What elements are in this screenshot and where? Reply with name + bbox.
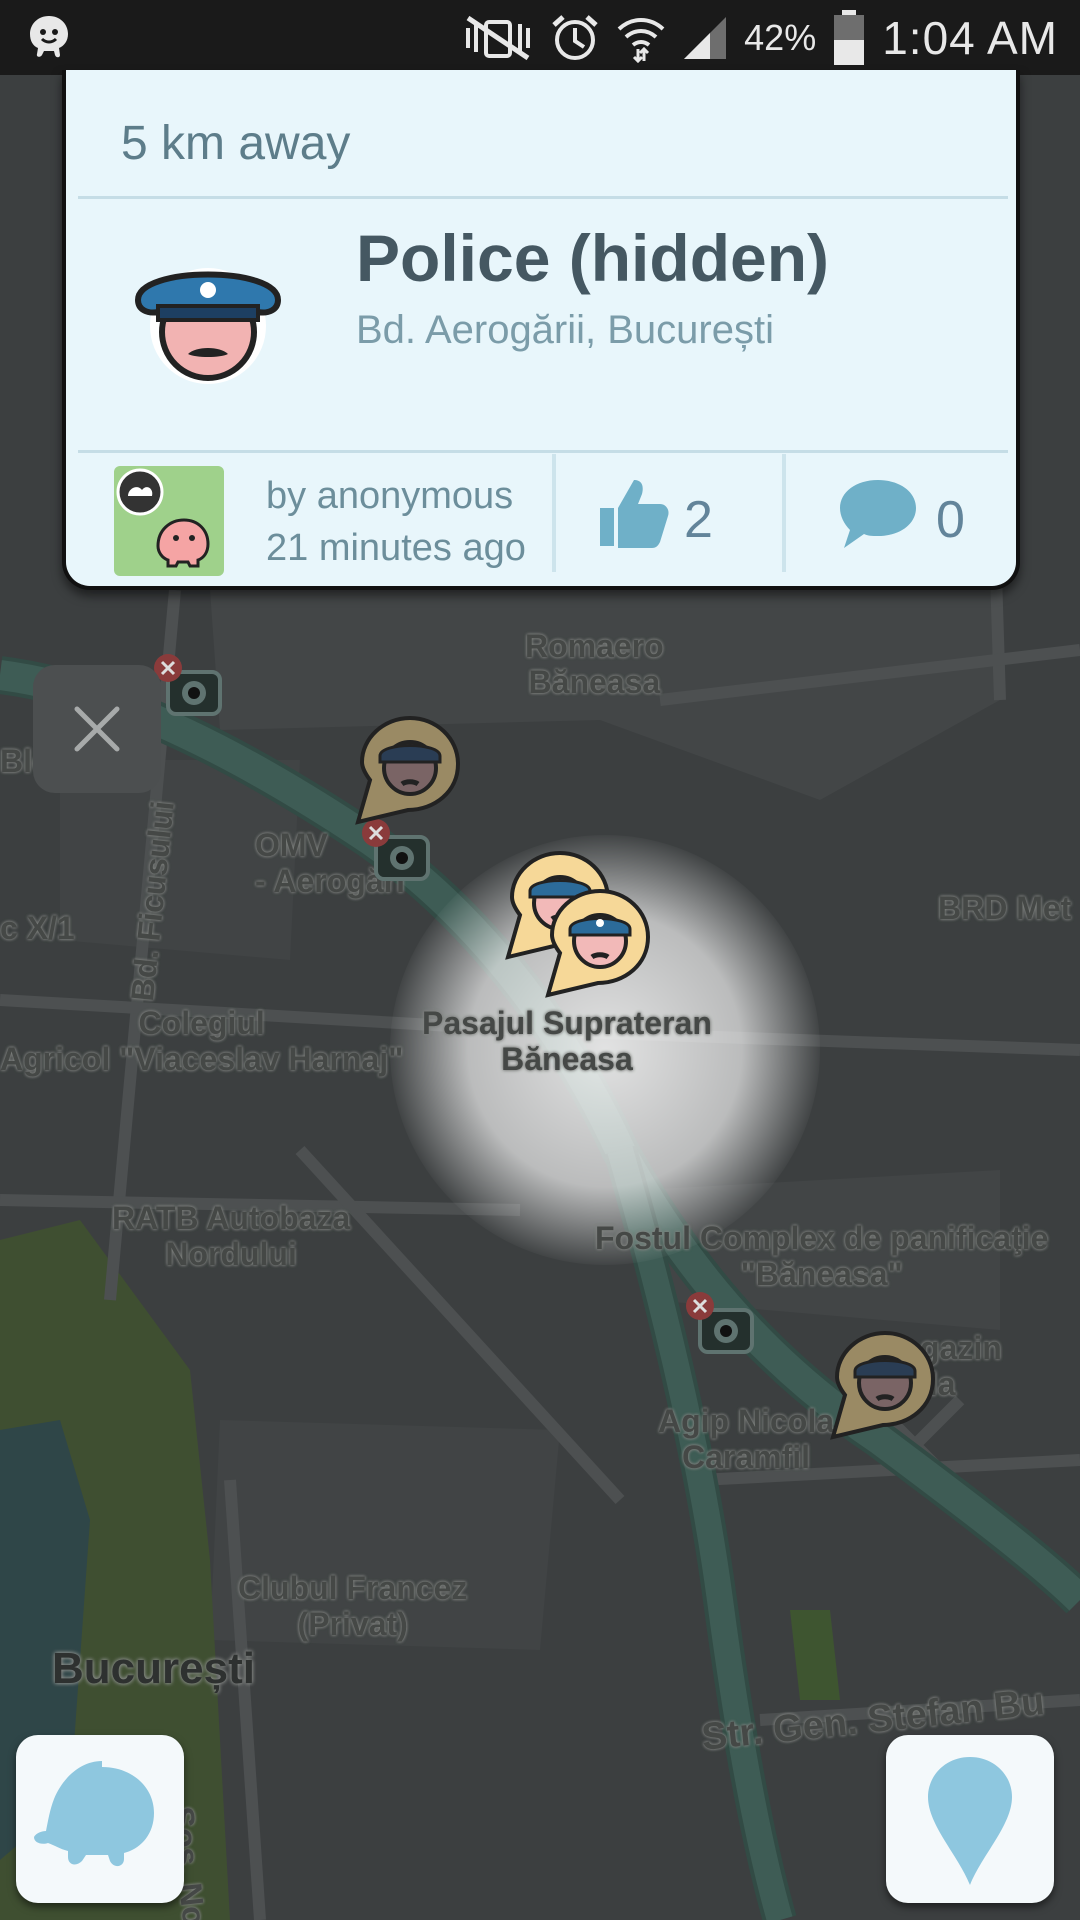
- status-bar: 42% 1:04 AM: [0, 0, 1080, 75]
- map-label-clubul: Clubul Francez (Privat): [238, 1570, 468, 1642]
- speed-camera-icon[interactable]: [150, 650, 230, 730]
- thumbs-up-count: 2: [684, 491, 713, 549]
- report-time-ago: 21 minutes ago: [266, 527, 526, 569]
- wifi-icon: [617, 18, 665, 63]
- report-button[interactable]: [886, 1735, 1054, 1903]
- map-label-bucuresti: București: [52, 1644, 255, 1693]
- map-label-ratb: RATB Autobaza Nordului: [112, 1200, 351, 1272]
- thumbs-up-icon: [600, 480, 669, 548]
- report-title: Police (hidden): [356, 221, 830, 295]
- map-label-bloc-x1: c X/1: [0, 910, 75, 946]
- speed-camera-icon[interactable]: [682, 1288, 762, 1368]
- anonymous-wazer-icon: [116, 468, 210, 568]
- police-officer-icon: [134, 268, 282, 384]
- map-label-pasajul: Pasajul Suprateran Băneasa: [422, 1005, 712, 1077]
- thumbs-up-button[interactable]: 2: [554, 454, 744, 572]
- divider: [78, 450, 1008, 453]
- divider: [78, 196, 1008, 199]
- waze-menu-button[interactable]: [16, 1735, 184, 1903]
- report-info-card[interactable]: 5 km away Police (hidden) Bd. Aerogării,…: [62, 70, 1020, 590]
- reporter-avatar[interactable]: [114, 466, 224, 576]
- battery-percent: 42%: [744, 17, 817, 58]
- police-marker-icon[interactable]: [825, 1325, 945, 1445]
- waze-notification-icon: [30, 16, 68, 58]
- mute-vibrate-icon: [466, 15, 531, 61]
- police-marker-icon[interactable]: [350, 710, 470, 830]
- map-label-romaero: Romaero Băneasa: [525, 628, 664, 700]
- report-address: Bd. Aerogării, București: [356, 308, 774, 352]
- comments-count: 0: [936, 491, 965, 549]
- report-pin-icon: [928, 1757, 1012, 1885]
- comment-bubble-icon: [840, 480, 916, 548]
- clock: 1:04 AM: [882, 12, 1058, 64]
- close-button[interactable]: [33, 665, 161, 793]
- close-icon: [74, 706, 120, 752]
- police-marker-selected-icon[interactable]: [540, 883, 660, 1003]
- waze-menu-icon: [34, 1761, 154, 1867]
- reporter-info: by anonymous 21 minutes ago: [266, 470, 526, 574]
- distance-label: 5 km away: [121, 117, 351, 170]
- map-label-colegiul: Colegiul Agricol "Viaceslav Harnaj": [0, 1005, 404, 1077]
- battery-icon: [834, 10, 865, 65]
- map-label-fostul: Fostul Complex de panificaţie "Băneasa": [595, 1220, 1049, 1292]
- map-label-agip: Agip Nicola Caramfil: [658, 1403, 835, 1475]
- alarm-icon: [552, 15, 598, 60]
- signal-icon: [684, 17, 727, 59]
- reporter-name: by anonymous: [266, 475, 514, 517]
- map-label-brd: BRD Met: [938, 890, 1072, 926]
- comments-button[interactable]: 0: [786, 454, 1016, 572]
